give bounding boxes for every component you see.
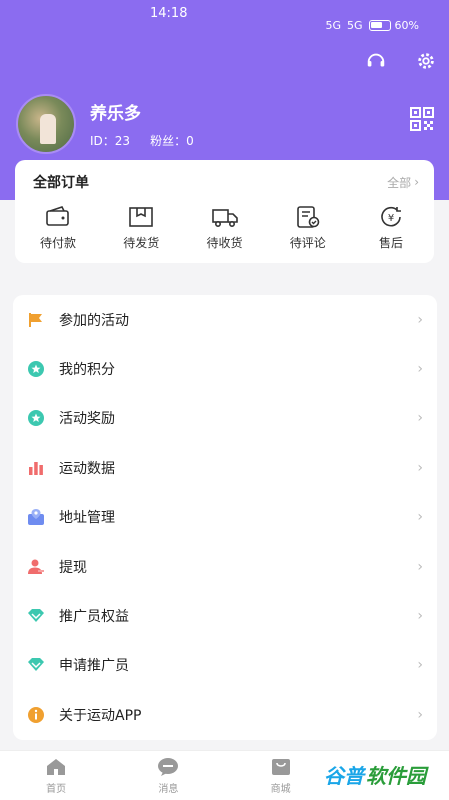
- watermark: 谷普 软件园: [309, 754, 441, 794]
- battery-indicator: 60%: [368, 18, 419, 32]
- nav-label: 首页: [46, 783, 67, 795]
- order-label: 待收货: [206, 236, 243, 250]
- chevron-right-icon: ›: [417, 706, 423, 723]
- menu-item-label: 关于运动APP: [59, 707, 142, 724]
- bar-chart-icon: [27, 459, 45, 477]
- truck-icon: [211, 209, 238, 228]
- nav-label: 消息: [158, 783, 179, 795]
- menu-item-apply-promoter[interactable]: 申请推广员 ›: [13, 641, 437, 690]
- promoter-rights-icon: [27, 607, 45, 625]
- user-info: 养乐多 ID：23 粉丝：0: [90, 99, 194, 149]
- orders-title: 全部订单: [33, 175, 89, 191]
- battery-text: 60%: [394, 18, 419, 32]
- shop-icon: [271, 758, 290, 775]
- menu-item-label: 活动奖励: [59, 411, 115, 428]
- orders-card: 全部订单 全部 › 待付款 待发货 待收货 待评论 ¥ 售后: [15, 160, 434, 263]
- chevron-right-icon: ›: [417, 657, 423, 674]
- menu-item-label: 申请推广员: [59, 658, 129, 675]
- battery-icon: [368, 19, 391, 31]
- chevron-right-icon: ›: [417, 410, 423, 427]
- orders-all-link[interactable]: 全部 ›: [387, 174, 419, 191]
- customer-service-icon[interactable]: [365, 50, 387, 72]
- menu-item-label: 推广员权益: [59, 609, 129, 626]
- menu-item-address[interactable]: 地址管理 ›: [13, 493, 437, 542]
- package-icon: [129, 207, 154, 227]
- avatar[interactable]: [16, 94, 76, 154]
- order-label: 待发货: [123, 236, 160, 250]
- menu-item-label: 运动数据: [59, 460, 115, 477]
- apply-promoter-icon: [27, 656, 45, 674]
- menu-item-about[interactable]: 关于运动APP ›: [13, 690, 437, 739]
- withdraw-icon: [27, 558, 45, 576]
- user-profile[interactable]: 养乐多 ID：23 粉丝：0: [16, 94, 194, 154]
- nav-label: 商城: [270, 783, 291, 795]
- menu-item-label: 我的积分: [59, 362, 115, 379]
- status-icons: 5G 5G 60%: [325, 19, 419, 32]
- menu-item-label: 参加的活动: [59, 312, 129, 329]
- order-label: 售后: [378, 236, 403, 250]
- menu-item-promoter-rights[interactable]: 推广员权益 ›: [13, 591, 437, 640]
- order-pending-review[interactable]: 待评论: [281, 206, 335, 251]
- order-pending-receipt[interactable]: 待收货: [198, 206, 252, 251]
- user-meta: ID：23 粉丝：0: [90, 132, 194, 149]
- orders-items: 待付款 待发货 待收货 待评论 ¥ 售后: [15, 192, 434, 251]
- qr-code-icon[interactable]: [409, 106, 435, 132]
- menu-item-label: 地址管理: [59, 510, 115, 527]
- flag-icon: [27, 311, 45, 329]
- chevron-right-icon: ›: [414, 175, 419, 189]
- chevron-right-icon: ›: [417, 459, 423, 476]
- menu-item-label: 提现: [59, 559, 87, 576]
- order-pending-payment[interactable]: 待付款: [31, 206, 85, 251]
- reward-icon: [27, 409, 45, 427]
- home-icon: [47, 758, 66, 775]
- address-icon: [27, 508, 45, 526]
- message-icon: [158, 757, 179, 776]
- nav-home[interactable]: 首页: [0, 751, 112, 800]
- refund-icon: ¥: [381, 206, 401, 227]
- menu-card: 参加的活动 › 我的积分 › 活动奖励 › 运动数据 › 地址管理 › 提现 ›…: [13, 295, 437, 740]
- menu-item-points[interactable]: 我的积分 ›: [13, 344, 437, 393]
- orders-header: 全部订单 全部 ›: [15, 160, 434, 192]
- chevron-right-icon: ›: [417, 509, 423, 526]
- chevron-right-icon: ›: [417, 558, 423, 575]
- points-icon: [27, 360, 45, 378]
- menu-item-rewards[interactable]: 活动奖励 ›: [13, 394, 437, 443]
- order-label: 待评论: [289, 236, 326, 250]
- top-actions: [365, 50, 437, 72]
- menu-item-withdraw[interactable]: 提现 ›: [13, 542, 437, 591]
- review-icon: [296, 206, 320, 228]
- wallet-icon: [46, 206, 69, 226]
- user-fans: 粉丝：0: [150, 134, 194, 148]
- watermark-part-a: 谷普: [324, 763, 364, 788]
- menu-item-sports-data[interactable]: 运动数据 ›: [13, 443, 437, 492]
- svg-text:¥: ¥: [388, 213, 394, 224]
- user-name: 养乐多: [90, 104, 141, 124]
- chevron-right-icon: ›: [417, 311, 423, 328]
- network-b-label: 5G: [347, 18, 363, 32]
- watermark-part-b: 软件园: [366, 763, 426, 788]
- network-a-label: 5G: [325, 18, 342, 32]
- status-bar: 5G 5G 60%: [0, 10, 449, 40]
- order-label: 待付款: [39, 236, 76, 250]
- chevron-right-icon: ›: [417, 361, 423, 378]
- order-after-sales[interactable]: ¥ 售后: [364, 206, 418, 251]
- order-pending-shipment[interactable]: 待发货: [114, 206, 168, 251]
- user-id: ID：23: [90, 134, 131, 148]
- chevron-right-icon: ›: [417, 608, 423, 625]
- menu-item-activities[interactable]: 参加的活动 ›: [13, 295, 437, 344]
- gear-icon[interactable]: [415, 50, 437, 72]
- info-icon: [27, 706, 45, 724]
- nav-messages[interactable]: 消息: [112, 751, 224, 800]
